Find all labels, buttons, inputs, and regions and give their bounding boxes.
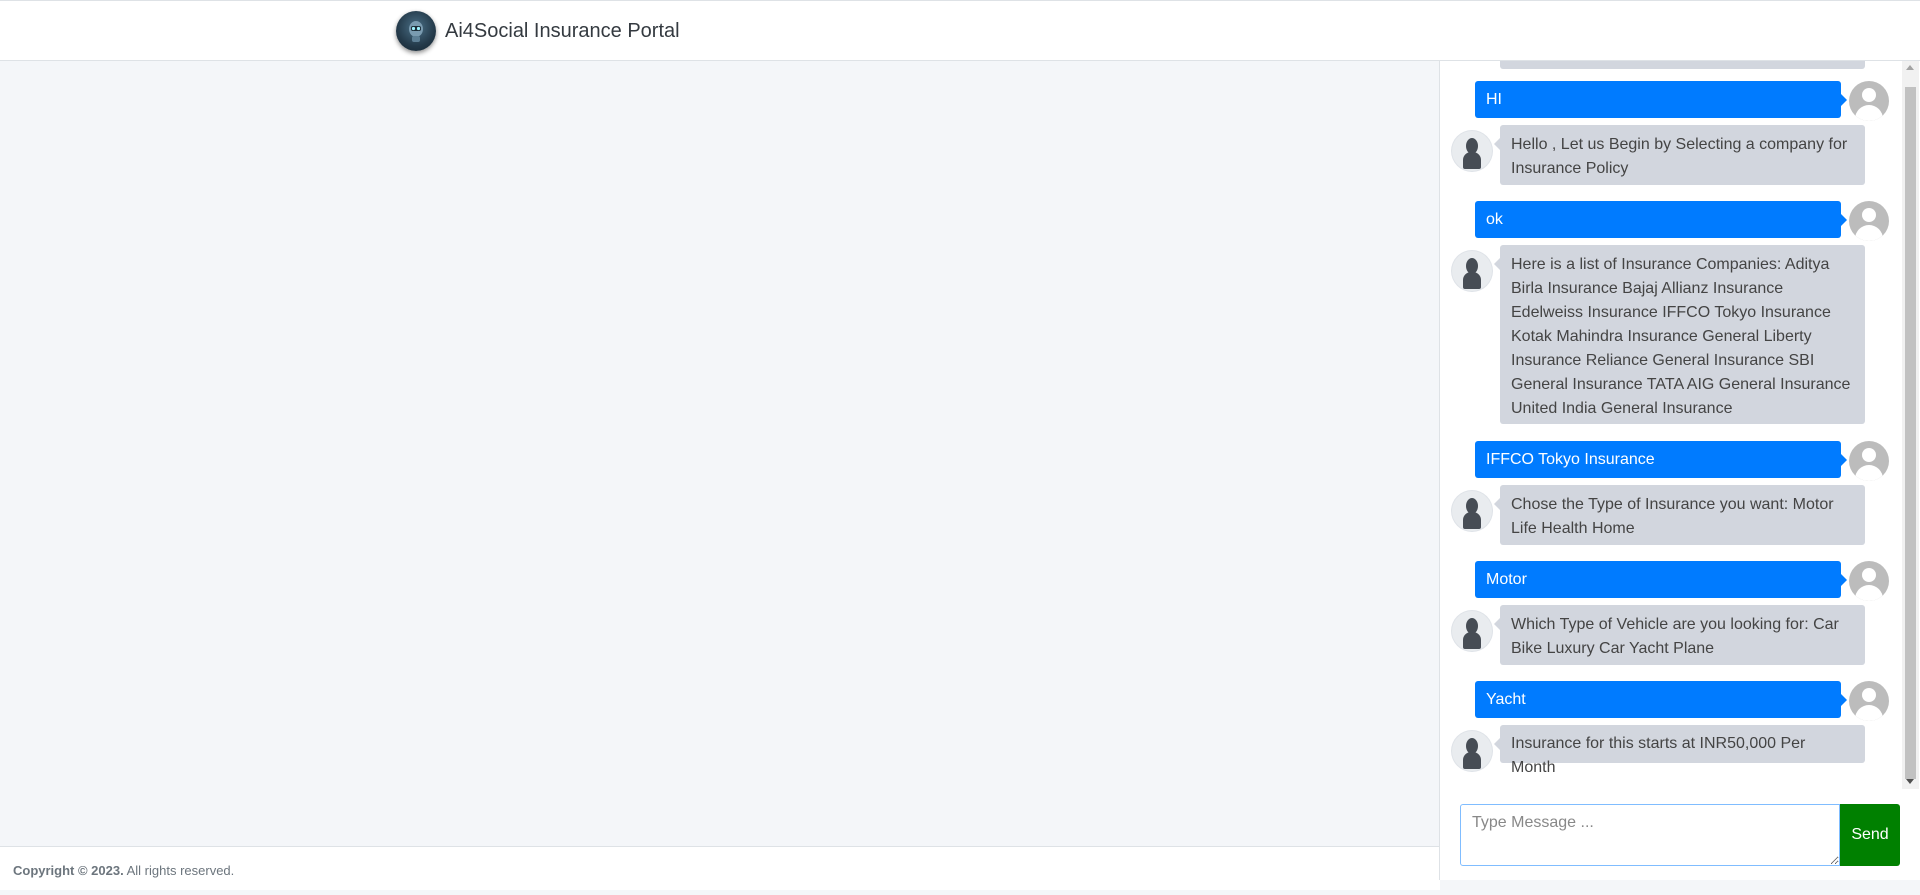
- chat-bubble-user: Yacht: [1475, 681, 1847, 718]
- scroll-up-arrow-icon[interactable]: [1906, 65, 1914, 70]
- chat-bubble-bot-partial: [1500, 61, 1865, 69]
- chat-bubble-user: ok: [1475, 201, 1847, 238]
- user-avatar-icon: [1849, 81, 1889, 121]
- chat-scrollbar-thumb[interactable]: [1905, 87, 1916, 779]
- chat-bubble-bot: Insurance for this starts at INR50,000 P…: [1494, 725, 1865, 776]
- chat-bubble-bot: Hello , Let us Begin by Selecting a comp…: [1494, 125, 1865, 185]
- chat-panel: HI Hello , Let us Begin by Selecting a c…: [1439, 61, 1920, 880]
- bot-avatar-icon: [1452, 731, 1492, 771]
- user-avatar-icon: [1849, 441, 1889, 481]
- chat-bubble-user: IFFCO Tokyo Insurance: [1475, 441, 1847, 478]
- brand-link[interactable]: Ai4Social Insurance Portal: [396, 9, 680, 53]
- top-navbar: Ai4Social Insurance Portal: [0, 0, 1920, 61]
- chat-messages[interactable]: HI Hello , Let us Begin by Selecting a c…: [1440, 61, 1902, 789]
- send-button[interactable]: Send: [1840, 804, 1900, 866]
- user-avatar-icon: [1849, 681, 1889, 721]
- message-input[interactable]: [1460, 804, 1840, 866]
- brand-title: Ai4Social Insurance Portal: [445, 19, 680, 42]
- bot-avatar-icon: [1452, 491, 1492, 531]
- chat-bubble-user: HI: [1475, 81, 1847, 118]
- bot-avatar-icon: [1452, 251, 1492, 291]
- scroll-down-arrow-icon[interactable]: [1906, 779, 1914, 784]
- user-avatar-icon: [1849, 561, 1889, 601]
- message-composer: Send: [1460, 804, 1902, 866]
- chat-bubble-bot: Here is a list of Insurance Companies: A…: [1494, 245, 1865, 424]
- footer: Copyright © 2023. All rights reserved.: [0, 846, 1440, 890]
- bot-avatar-icon: [1452, 611, 1492, 651]
- chat-scrollbar[interactable]: [1902, 61, 1919, 789]
- bot-avatar-icon: [1452, 131, 1492, 171]
- user-avatar-icon: [1849, 201, 1889, 241]
- copyright-text: Copyright © 2023.: [13, 863, 124, 878]
- robot-logo-icon: [396, 11, 436, 51]
- rights-text: All rights reserved.: [123, 863, 235, 878]
- chat-bubble-bot: Chose the Type of Insurance you want: Mo…: [1494, 485, 1865, 545]
- chat-bubble-user: Motor: [1475, 561, 1847, 598]
- chat-bubble-bot: Which Type of Vehicle are you looking fo…: [1494, 605, 1865, 665]
